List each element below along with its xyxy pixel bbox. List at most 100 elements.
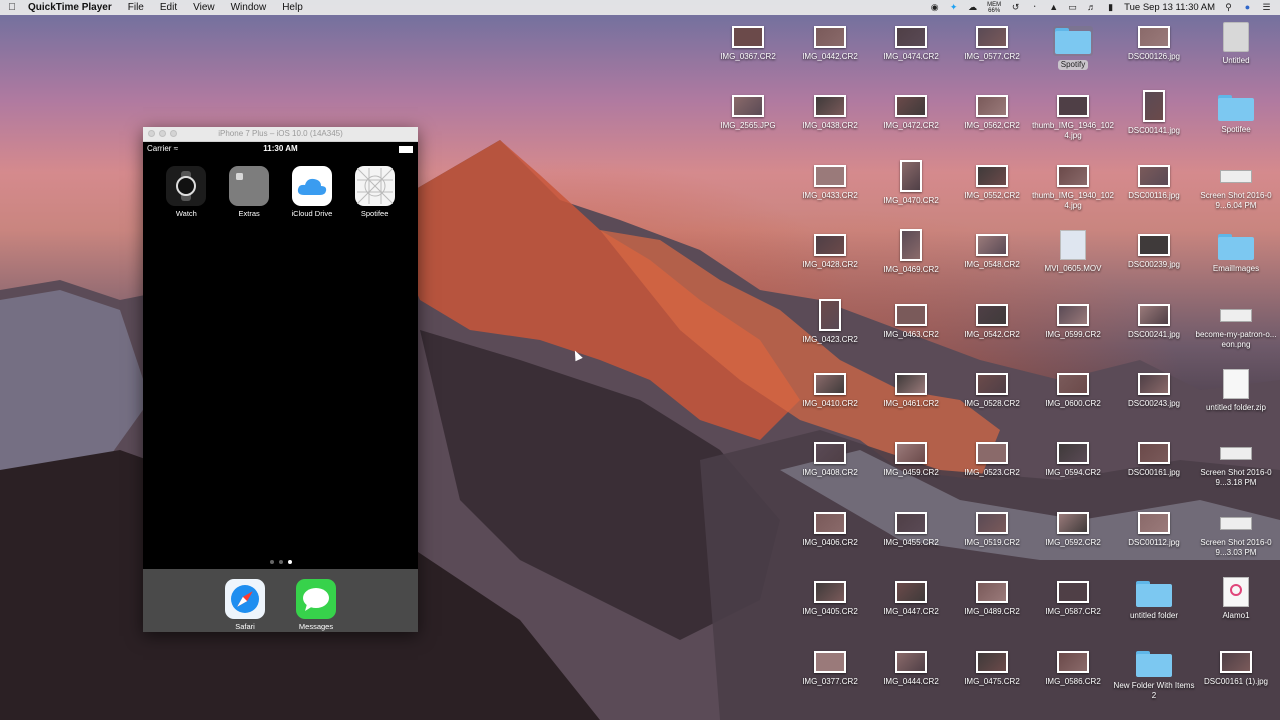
menu-view[interactable]: View [185,2,223,13]
menu-file[interactable]: File [120,2,152,13]
desktop-icon[interactable]: IMG_0463.CR2 [870,303,952,340]
menu-edit[interactable]: Edit [152,2,185,13]
desktop-icon[interactable]: IMG_0461.CR2 [870,373,952,409]
ios-screen[interactable]: Carrier ≈ 11:30 AM Watch Extras iCloud D… [143,142,418,632]
desktop-icon[interactable]: IMG_0459.CR2 [870,442,952,478]
desktop-icon[interactable]: IMG_0594.CR2 [1032,442,1114,478]
desktop-icon[interactable]: DSC00243.jpg [1113,373,1195,409]
app-icloud-drive[interactable]: iCloud Drive [288,166,336,218]
desktop-icon[interactable]: IMG_0469.CR2 [870,229,952,275]
desktop-icon[interactable]: IMG_0523.CR2 [951,442,1033,478]
menu-clock[interactable]: Tue Sep 13 11:30 AM [1124,2,1215,13]
siri-icon[interactable]: ● [1242,2,1253,13]
desktop-icon[interactable]: IMG_0528.CR2 [951,373,1033,409]
desktop-icon[interactable]: EmailImages [1195,234,1277,274]
desktop-icon[interactable]: IMG_0442.CR2 [789,26,871,62]
desktop-icon[interactable]: IMG_0577.CR2 [951,26,1033,62]
memory-status[interactable]: MEM 66% [986,2,1002,14]
app-menu[interactable]: QuickTime Player [24,2,120,13]
desktop-icon[interactable]: DSC00126.jpg [1113,26,1195,62]
dock-app-safari[interactable]: Safari [221,579,269,632]
desktop-icon[interactable]: IMG_0438.CR2 [789,95,871,131]
desktop-icon[interactable]: become-my-patron-o...eon.png [1195,304,1277,350]
twitter-icon[interactable]: ✦ [948,2,959,13]
app-label: Messages [298,622,334,631]
desktop-icon[interactable]: DSC00112.jpg [1113,511,1195,548]
cloud-status-icon[interactable]: ☁ [967,2,978,13]
dock-app-messages[interactable]: Messages [292,579,340,632]
desktop-icon[interactable]: IMG_0444.CR2 [870,650,952,687]
minimize-button[interactable] [159,130,166,137]
desktop-icon[interactable]: IMG_0408.CR2 [789,442,871,478]
app-watch[interactable]: Watch [162,166,210,218]
desktop-icon[interactable]: IMG_0428.CR2 [789,234,871,270]
desktop-icon[interactable]: untitled folder [1113,581,1195,621]
desktop-icon[interactable]: IMG_0587.CR2 [1032,581,1114,617]
desktop-icon[interactable]: IMG_0423.CR2 [789,298,871,345]
desktop-icon[interactable]: DSC00161.jpg [1113,442,1195,478]
desktop-icon[interactable]: DSC00141.jpg [1113,90,1195,136]
desktop-icon[interactable]: DSC00161 (1).jpg [1195,650,1277,687]
zoom-button[interactable] [170,130,177,137]
desktop-icon[interactable]: untitled folder.zip [1195,369,1277,413]
desktop-icon[interactable]: IMG_0433.CR2 [789,164,871,201]
page-dot [278,560,283,564]
desktop-icon[interactable]: New Folder With Items 2 [1113,650,1195,701]
record-icon[interactable]: ◉ [929,2,940,13]
desktop-icon[interactable]: IMG_0447.CR2 [870,581,952,617]
desktop-icon[interactable]: Screen Shot 2016-09...3.18 PM [1195,442,1277,488]
desktop-icon[interactable]: IMG_0472.CR2 [870,95,952,131]
volume-icon[interactable]: ♬ [1086,2,1097,13]
desktop-icon[interactable]: IMG_0377.CR2 [789,650,871,687]
desktop-icon[interactable]: IMG_0475.CR2 [951,650,1033,687]
wifi-icon[interactable]: ▲ [1048,2,1059,13]
simulator-window[interactable]: iPhone 7 Plus – iOS 10.0 (14A345) Carrie… [143,127,418,632]
desktop-icon[interactable]: IMG_0548.CR2 [951,234,1033,270]
desktop-icon[interactable]: Screen Shot 2016-09...6.04 PM [1195,165,1277,211]
desktop-icon[interactable]: IMG_0455.CR2 [870,511,952,548]
desktop-icon[interactable]: Screen Shot 2016-09...3.03 PM [1195,512,1277,558]
menu-help[interactable]: Help [274,2,311,13]
desktop-icon[interactable]: IMG_0562.CR2 [951,95,1033,131]
desktop-icon[interactable]: DSC00116.jpg [1113,164,1195,201]
desktop-icon[interactable]: DSC00239.jpg [1113,234,1195,270]
desktop-icon[interactable]: Spotify [1032,26,1114,70]
battery-icon[interactable]: ▮ [1105,2,1116,13]
desktop-icon[interactable]: IMG_0367.CR2 [707,26,789,62]
desktop-icon[interactable]: IMG_0406.CR2 [789,511,871,548]
desktop-icon[interactable]: IMG_0410.CR2 [789,373,871,409]
desktop-icon[interactable]: Untitled [1195,22,1277,66]
desktop-icon[interactable]: IMG_0592.CR2 [1032,511,1114,548]
apple-menu-icon[interactable]:  [0,2,24,13]
desktop-icon[interactable]: DSC00241.jpg [1113,303,1195,340]
desktop-icon[interactable]: MVI_0605.MOV [1032,230,1114,274]
desktop-icon[interactable]: IMG_0599.CR2 [1032,303,1114,340]
desktop-icon[interactable]: thumb_IMG_1940_1024.jpg [1032,164,1114,211]
airplay-icon[interactable]: ▭ [1067,2,1078,13]
time-machine-icon[interactable]: ↺ [1010,2,1021,13]
desktop-icon-label: IMG_0410.CR2 [802,399,858,408]
desktop-icon[interactable]: IMG_0542.CR2 [951,303,1033,340]
notification-center-icon[interactable]: ☰ [1261,2,1272,13]
desktop-icon[interactable]: IMG_0470.CR2 [870,159,952,206]
desktop-icon-label: thumb_IMG_1940_1024.jpg [1032,190,1114,210]
desktop-icon[interactable]: IMG_0489.CR2 [951,581,1033,617]
desktop-icon[interactable]: Spotifee [1195,95,1277,135]
desktop-icon[interactable]: IMG_2565.JPG [707,95,789,131]
desktop-icon[interactable]: IMG_0586.CR2 [1032,650,1114,687]
desktop-icon[interactable]: Alamo1 [1195,577,1277,621]
bluetooth-icon[interactable]: ᛫ [1029,2,1040,13]
app-spotifee[interactable]: Spotifee [351,166,399,218]
simulator-titlebar[interactable]: iPhone 7 Plus – iOS 10.0 (14A345) [143,127,418,142]
menu-window[interactable]: Window [223,2,275,13]
close-button[interactable] [148,130,155,137]
spotlight-search-icon[interactable]: ⚲ [1223,2,1234,13]
page-indicator[interactable] [143,560,418,564]
desktop-icon[interactable]: IMG_0405.CR2 [789,581,871,617]
app-extras-folder[interactable]: Extras [225,166,273,218]
desktop-icon[interactable]: IMG_0519.CR2 [951,511,1033,548]
desktop-icon[interactable]: IMG_0600.CR2 [1032,373,1114,409]
desktop-icon[interactable]: IMG_0474.CR2 [870,26,952,62]
desktop-icon[interactable]: thumb_IMG_1946_1024.jpg [1032,95,1114,141]
desktop-icon[interactable]: IMG_0552.CR2 [951,164,1033,201]
